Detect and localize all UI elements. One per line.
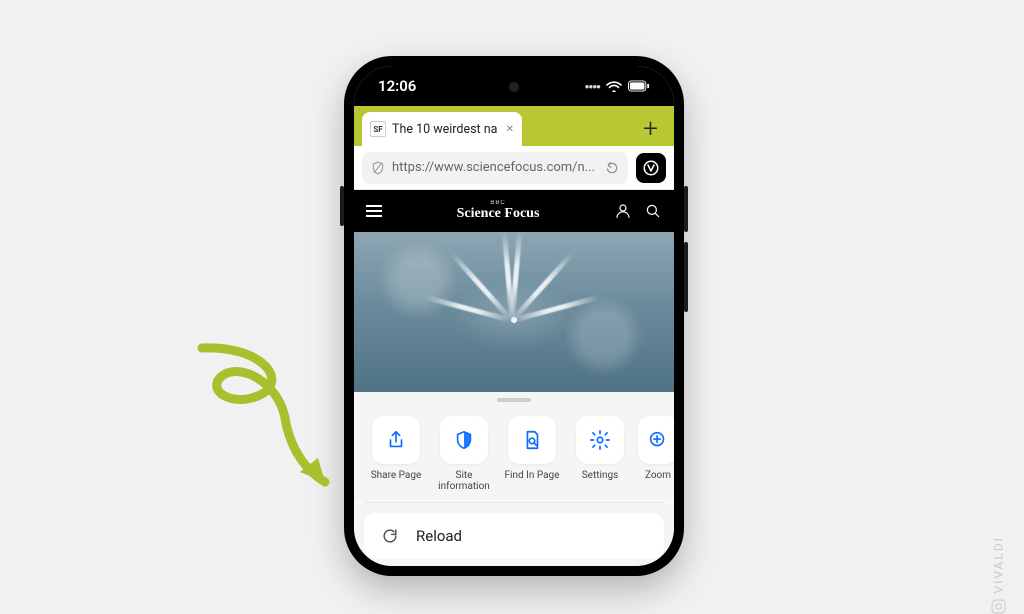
site-information-label: Site information xyxy=(434,470,494,492)
search-icon[interactable] xyxy=(644,202,662,220)
tab-favicon: SF xyxy=(370,121,386,137)
watermark: VIVALDI xyxy=(992,536,1006,614)
share-page-label: Share Page xyxy=(366,470,426,481)
site-information-button[interactable]: Site information xyxy=(434,416,494,492)
bottom-sheet-handle[interactable] xyxy=(354,392,674,408)
share-page-button[interactable]: Share Page xyxy=(366,416,426,492)
settings-label: Settings xyxy=(570,470,630,481)
browser-tab[interactable]: SF The 10 weirdest na ✕ xyxy=(362,112,522,146)
tab-strip: SF The 10 weirdest na ✕ + xyxy=(354,106,674,146)
battery-icon xyxy=(628,80,650,92)
find-in-page-button[interactable]: Find In Page xyxy=(502,416,562,492)
gear-icon xyxy=(589,429,611,451)
share-icon xyxy=(385,429,407,451)
find-in-page-icon xyxy=(521,429,543,451)
cellular-dots-icon: ●●●● xyxy=(585,82,600,91)
camera-notch xyxy=(509,82,519,92)
watermark-text: VIVALDI xyxy=(992,536,1006,594)
shield-icon xyxy=(453,429,475,451)
site-header: BBC Science Focus xyxy=(354,190,674,232)
address-field[interactable]: https://www.sciencefocus.com/n... xyxy=(362,152,628,184)
hamburger-icon[interactable] xyxy=(366,202,382,220)
phone-screen: 12:06 ●●●● SF The 10 weirdest na ✕ + htt… xyxy=(354,66,674,566)
settings-button[interactable]: Settings xyxy=(570,416,630,492)
reload-icon xyxy=(380,526,400,546)
reload-menu-item[interactable]: Reload xyxy=(364,513,664,559)
site-brand-small: BBC xyxy=(457,200,540,206)
wifi-icon xyxy=(606,80,622,92)
status-time: 12:06 xyxy=(378,77,416,95)
new-tab-button[interactable]: + xyxy=(643,114,658,144)
reload-icon[interactable] xyxy=(604,160,620,176)
site-brand-name: Science Focus xyxy=(457,206,540,221)
zoom-icon xyxy=(647,429,669,451)
reload-label: Reload xyxy=(416,527,462,545)
menu-list: Reload xyxy=(354,503,674,566)
close-tab-icon[interactable]: ✕ xyxy=(506,124,514,135)
zoom-button[interactable]: Zoom xyxy=(638,416,674,492)
tab-title: The 10 weirdest na xyxy=(392,122,500,137)
quick-actions-row: Share Page Site information Find In Page… xyxy=(354,408,674,502)
phone-side-button xyxy=(340,186,344,226)
vivaldi-logo-icon xyxy=(992,600,1006,614)
address-url: https://www.sciencefocus.com/n... xyxy=(392,160,598,175)
tracker-blocker-icon xyxy=(370,160,386,176)
address-bar-row: https://www.sciencefocus.com/n... xyxy=(354,146,674,190)
vivaldi-menu-button[interactable] xyxy=(636,153,666,183)
zoom-label: Zoom xyxy=(638,470,674,481)
find-in-page-label: Find In Page xyxy=(502,470,562,481)
account-icon[interactable] xyxy=(614,202,632,220)
annotation-arrow xyxy=(150,340,350,500)
phone-frame: 12:06 ●●●● SF The 10 weirdest na ✕ + htt… xyxy=(344,56,684,576)
status-right: ●●●● xyxy=(585,80,650,92)
article-hero-image xyxy=(354,232,674,392)
site-brand: BBC Science Focus xyxy=(457,200,540,222)
